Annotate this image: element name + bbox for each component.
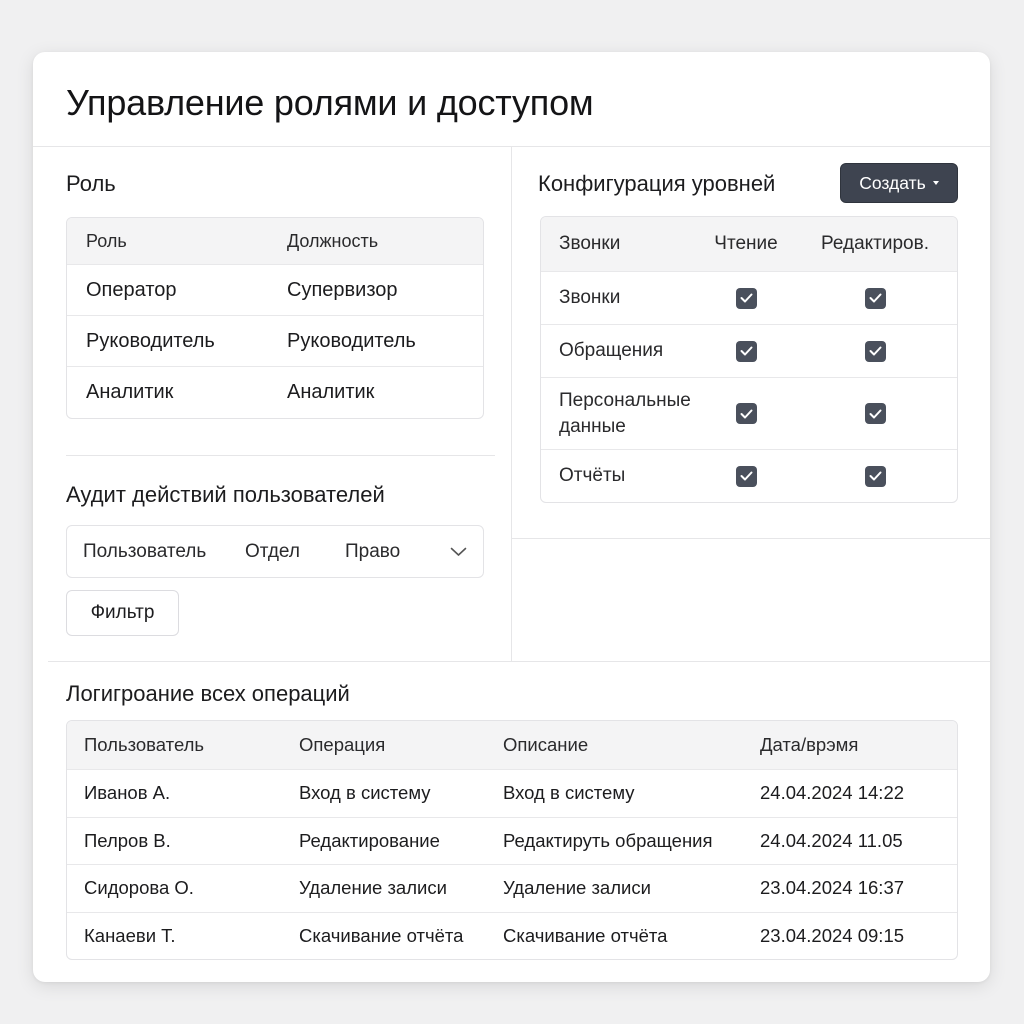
position-cell: Супервизор bbox=[287, 278, 398, 301]
check-icon[interactable] bbox=[735, 403, 757, 424]
main-card: Управление ролями и доступом Роль Роль Д… bbox=[33, 52, 990, 982]
log-header-operation: Операция bbox=[299, 734, 386, 755]
check-icon[interactable] bbox=[735, 340, 757, 362]
log-datetime: 23.04.2024 16:37 bbox=[760, 877, 905, 899]
level-name: Обращения bbox=[559, 340, 664, 361]
table-row: Обращения bbox=[541, 324, 957, 377]
page-title: Управление ролями и доступом bbox=[66, 82, 594, 123]
position-cell: Руководитель bbox=[287, 329, 416, 352]
position-cell: Аналитик bbox=[287, 380, 375, 403]
audit-section-title: Аудит действий пользователей bbox=[66, 482, 385, 507]
log-user: Сидорова О. bbox=[84, 877, 194, 899]
log-description: Вход в систему bbox=[503, 782, 635, 804]
roles-divider bbox=[66, 455, 495, 456]
column-divider bbox=[511, 146, 512, 661]
log-description: Удаление залиси bbox=[503, 877, 651, 899]
roles-header-position: Должность bbox=[287, 230, 379, 251]
check-icon[interactable] bbox=[864, 403, 886, 424]
table-row[interactable]: Руководитель Руководитель bbox=[67, 315, 483, 366]
role-cell: Руководитель bbox=[86, 329, 215, 352]
check-icon[interactable] bbox=[864, 287, 886, 309]
check-icon[interactable] bbox=[735, 465, 757, 487]
table-row[interactable]: Иванов А. Вход в систему Вход в систему … bbox=[67, 769, 957, 817]
filter-department[interactable]: Отдел bbox=[245, 526, 300, 577]
check-icon[interactable] bbox=[864, 465, 886, 487]
log-user: Иванов А. bbox=[84, 782, 171, 804]
roles-table: Роль Должность Оператор Супервизор Руков… bbox=[66, 217, 484, 419]
log-table-header: Пользователь Операция Описание Дата/врэм… bbox=[67, 721, 957, 769]
create-button-label: Создать bbox=[859, 172, 926, 193]
check-icon[interactable] bbox=[864, 340, 886, 362]
chevron-down-icon[interactable] bbox=[450, 526, 467, 577]
role-cell: Оператор bbox=[86, 278, 177, 301]
levels-table-header: Звонки Чтение Редактиров. bbox=[541, 217, 957, 271]
table-row: Отчёты bbox=[541, 449, 957, 502]
log-datetime: 23.04.2024 09:15 bbox=[760, 924, 905, 946]
levels-divider bbox=[511, 538, 990, 539]
level-name: Персональные данные bbox=[559, 378, 691, 449]
levels-header-edit: Редактиров. bbox=[821, 233, 929, 254]
level-name-line: данные bbox=[559, 415, 626, 437]
table-row[interactable]: Аналитик Аналитик bbox=[67, 366, 483, 417]
levels-table: Звонки Чтение Редактиров. Звонки Обращен… bbox=[540, 216, 958, 503]
levels-header-name: Звонки bbox=[559, 233, 621, 254]
filter-user[interactable]: Пользователь bbox=[83, 526, 206, 577]
role-cell: Аналитик bbox=[86, 380, 174, 403]
table-row[interactable]: Канаеви Т. Скачивание отчёта Скачивание … bbox=[67, 911, 957, 960]
log-section-title: Логигроание всех операций bbox=[66, 681, 350, 706]
table-row[interactable]: Сидорова О. Удаление залиси Удаление зал… bbox=[67, 864, 957, 912]
log-header-user: Пользователь bbox=[84, 734, 205, 755]
log-datetime: 24.04.2024 11.05 bbox=[760, 829, 903, 851]
table-row[interactable]: Оператор Супервизор bbox=[67, 264, 483, 315]
log-operation: Вход в систему bbox=[299, 782, 431, 804]
check-icon[interactable] bbox=[735, 287, 757, 309]
log-operation: Удаление залиси bbox=[299, 877, 447, 899]
level-name: Отчёты bbox=[559, 465, 626, 486]
filter-right[interactable]: Право bbox=[345, 526, 400, 577]
log-header-datetime: Дата/врэмя bbox=[760, 734, 859, 755]
log-operation: Редактирование bbox=[299, 829, 440, 851]
log-table: Пользователь Операция Описание Дата/врэм… bbox=[66, 720, 958, 960]
table-row[interactable]: Пелров В. Редактирование Редактируть обр… bbox=[67, 816, 957, 865]
filter-button[interactable]: Фильтр bbox=[66, 590, 179, 636]
log-divider bbox=[48, 661, 990, 662]
table-row: Персональные данные bbox=[541, 377, 957, 449]
log-description: Скачивание отчёта bbox=[503, 924, 668, 946]
caret-down-icon bbox=[932, 181, 939, 185]
level-name: Звонки bbox=[559, 287, 621, 308]
log-header-description: Описание bbox=[503, 734, 589, 755]
roles-table-header: Роль Должность bbox=[67, 218, 483, 264]
log-user: Канаеви Т. bbox=[84, 924, 176, 946]
roles-section-title: Роль bbox=[66, 171, 116, 196]
table-row: Звонки bbox=[541, 271, 957, 324]
audit-filter-select[interactable]: Пользователь Отдел Право bbox=[66, 525, 484, 578]
levels-section-title: Конфигурация уровней bbox=[538, 171, 776, 196]
log-operation: Скачивание отчёта bbox=[299, 924, 464, 946]
create-button[interactable]: Создать bbox=[840, 163, 958, 203]
level-name-line: Персональные bbox=[559, 389, 691, 411]
log-description: Редактируть обращения bbox=[503, 829, 713, 851]
log-datetime: 24.04.2024 14:22 bbox=[760, 782, 905, 804]
log-user: Пелров В. bbox=[84, 829, 171, 851]
levels-header-read: Чтение bbox=[714, 233, 778, 254]
roles-header-role: Роль bbox=[86, 230, 127, 251]
